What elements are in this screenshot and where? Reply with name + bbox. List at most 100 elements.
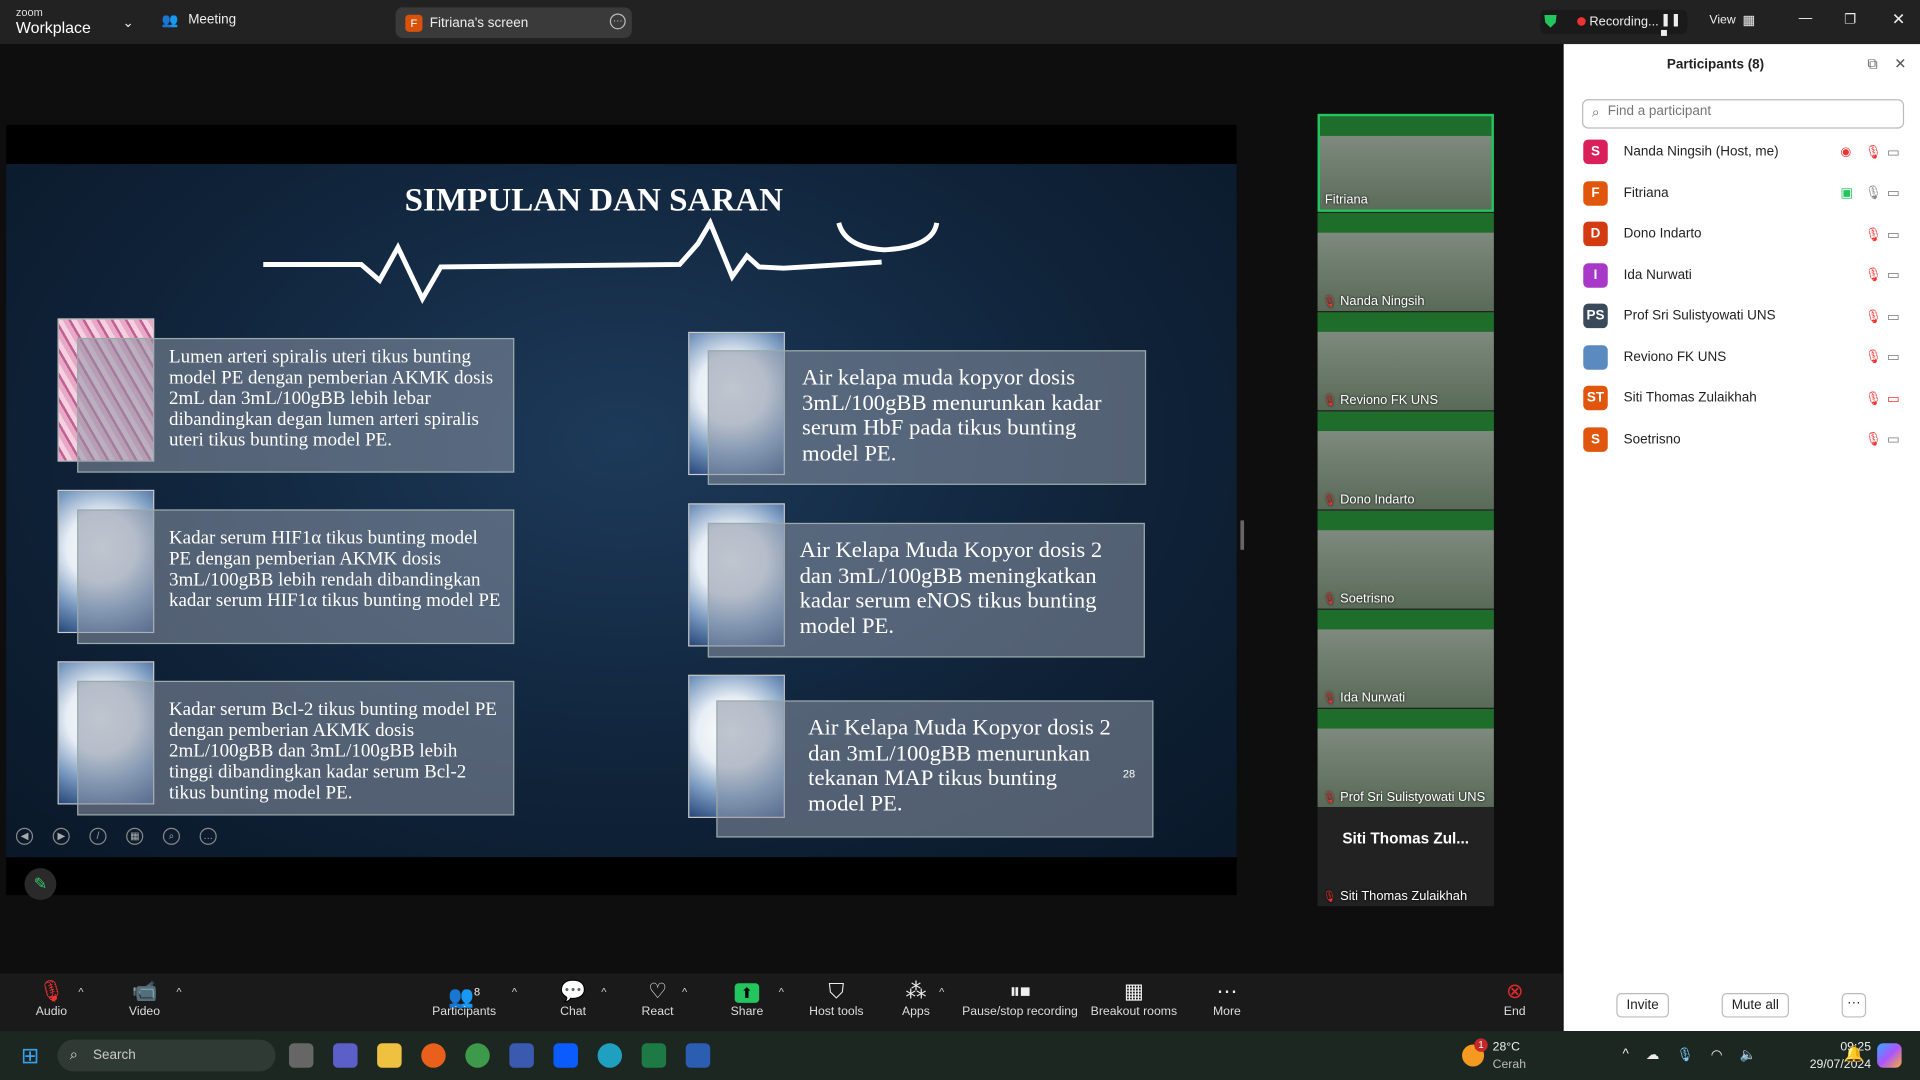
video-tile[interactable]: 🎙 Dono Indarto bbox=[1317, 411, 1494, 510]
share-button[interactable]: ⬆ Share bbox=[722, 973, 771, 1031]
participant-row[interactable]: D Dono Indarto 🎙 ▭ bbox=[1583, 216, 1911, 253]
video-icon[interactable]: ▭ bbox=[1887, 226, 1900, 242]
video-off-icon[interactable]: ▭ bbox=[1887, 390, 1900, 406]
mic-icon[interactable]: 🎙 bbox=[1677, 1047, 1694, 1063]
task-view-icon[interactable] bbox=[288, 1043, 314, 1068]
chat-button[interactable]: 💬 Chat bbox=[549, 973, 598, 1031]
end-button[interactable]: ⊗ End bbox=[1490, 973, 1539, 1031]
react-button[interactable]: ♡ React bbox=[633, 973, 682, 1031]
minimize-icon[interactable]: — bbox=[1799, 11, 1812, 26]
pause-recording-button[interactable]: ⏸⏹ Pause/stop recording bbox=[960, 973, 1080, 1031]
participant-row[interactable]: I Ida Nurwati 🎙 ▭ bbox=[1583, 257, 1911, 294]
weather-desc: Cerah bbox=[1492, 1057, 1527, 1072]
video-tile[interactable]: 🎙 Nanda Ningsih bbox=[1317, 213, 1494, 312]
more-icon[interactable]: … bbox=[199, 827, 217, 845]
video-icon[interactable]: ▭ bbox=[1887, 267, 1900, 283]
notification-bell-icon[interactable]: 🔔 bbox=[1844, 1044, 1864, 1064]
more-label: More bbox=[1212, 1005, 1241, 1019]
more-button[interactable]: ⋯ More bbox=[1202, 973, 1251, 1031]
zoom-icon[interactable] bbox=[553, 1043, 578, 1068]
mute-all-button[interactable]: Mute all bbox=[1721, 993, 1789, 1018]
participant-search[interactable]: ⌕ bbox=[1582, 99, 1905, 129]
next-icon[interactable]: ▶ bbox=[52, 827, 70, 845]
video-icon[interactable]: ▭ bbox=[1887, 144, 1900, 160]
mic-muted-icon[interactable]: 🎙 bbox=[1865, 390, 1882, 406]
meeting-button[interactable]: 👥 Meeting bbox=[162, 12, 237, 28]
taskbar-search[interactable]: ⌕ Search bbox=[57, 1039, 276, 1072]
recording-status[interactable]: ⛊ Recording... ❚❚ ■ bbox=[1540, 9, 1688, 40]
word-icon[interactable] bbox=[685, 1043, 711, 1068]
breakout-rooms-button[interactable]: ▦ Breakout rooms bbox=[1090, 973, 1178, 1031]
participant-row[interactable]: S Nanda Ningsih (Host, me) ◉ 🎙 ▭ bbox=[1583, 133, 1911, 170]
grid-icon[interactable]: ▦ bbox=[126, 827, 144, 845]
popout-icon[interactable]: ⧉ bbox=[1867, 55, 1878, 73]
participant-row[interactable]: Reviono FK UNS 🎙 ▭ bbox=[1583, 339, 1911, 376]
copilot-icon[interactable] bbox=[1877, 1043, 1902, 1068]
audio-button[interactable]: 🎙 Audio bbox=[27, 973, 76, 1031]
close-icon[interactable]: ✕ bbox=[1892, 10, 1905, 30]
chevron-down-icon[interactable]: ⌄ bbox=[122, 15, 133, 31]
video-tile[interactable]: 🎙 Prof Sri Sulistyowati UNS bbox=[1317, 708, 1494, 807]
more-icon[interactable]: ··· bbox=[609, 13, 626, 30]
video-icon[interactable]: ▭ bbox=[1887, 308, 1900, 324]
mic-icon[interactable]: 🎙 bbox=[1865, 185, 1882, 201]
prev-icon[interactable]: ◀ bbox=[15, 827, 34, 845]
caret-up-icon[interactable]: ^ bbox=[939, 986, 944, 998]
caret-up-icon[interactable]: ^ bbox=[779, 986, 784, 998]
video-tile[interactable]: 🎙 Ida Nurwati bbox=[1317, 609, 1494, 708]
pen-icon[interactable]: / bbox=[89, 827, 107, 845]
mic-muted-icon: 🎙 bbox=[1322, 791, 1337, 804]
zoom-icon[interactable]: ⌕ bbox=[162, 827, 181, 845]
restore-icon[interactable]: ❐ bbox=[1844, 11, 1856, 27]
mic-muted-icon[interactable]: 🎙 bbox=[1865, 267, 1882, 283]
view-button[interactable]: View bbox=[1709, 13, 1735, 26]
mic-muted-icon[interactable]: 🎙 bbox=[1865, 144, 1882, 160]
caret-up-icon[interactable]: ^ bbox=[78, 986, 83, 998]
video-button[interactable]: 📹 Video bbox=[120, 973, 169, 1031]
annotate-pencil-icon[interactable]: ✎ bbox=[24, 868, 57, 901]
share-indicator[interactable]: F Fitriana's screen ··· bbox=[395, 7, 632, 38]
caret-up-icon[interactable]: ^ bbox=[682, 986, 687, 998]
host-tools-button[interactable]: ⛉ Host tools bbox=[803, 973, 869, 1031]
video-tile[interactable]: 🎙 Reviono FK UNS bbox=[1317, 312, 1494, 411]
chevron-up-icon[interactable]: ^ bbox=[1622, 1047, 1628, 1063]
mic-muted-icon[interactable]: 🎙 bbox=[1865, 431, 1882, 447]
cloud-icon[interactable]: ☁ bbox=[1646, 1047, 1659, 1063]
volume-icon[interactable]: 🔈 bbox=[1740, 1047, 1757, 1063]
participant-row[interactable]: ST Siti Thomas Zulaikhah 🎙 ▭ bbox=[1583, 380, 1911, 417]
windows-start-icon[interactable]: ⊞ bbox=[21, 1043, 39, 1069]
chrome-icon[interactable] bbox=[465, 1043, 490, 1068]
participant-row[interactable]: F Fitriana ▣ 🎙 ▭ bbox=[1583, 174, 1911, 211]
close-panel-icon[interactable]: ✕ bbox=[1894, 55, 1906, 72]
resize-handle[interactable] bbox=[1240, 520, 1245, 550]
caret-up-icon[interactable]: ^ bbox=[601, 986, 606, 998]
video-icon[interactable]: ▭ bbox=[1887, 431, 1900, 447]
search-input[interactable] bbox=[1607, 104, 1896, 119]
mic-muted-icon[interactable]: 🎙 bbox=[1865, 349, 1882, 365]
mic-muted-icon[interactable]: 🎙 bbox=[1865, 308, 1882, 324]
caret-up-icon[interactable]: ^ bbox=[176, 986, 181, 998]
edge-icon[interactable] bbox=[597, 1043, 623, 1068]
video-icon[interactable]: ▭ bbox=[1887, 185, 1900, 201]
caret-up-icon[interactable]: ^ bbox=[512, 986, 517, 998]
excel-icon[interactable] bbox=[641, 1043, 667, 1068]
firefox-icon[interactable] bbox=[421, 1043, 446, 1068]
video-icon[interactable]: ▭ bbox=[1887, 349, 1900, 365]
invite-button[interactable]: Invite bbox=[1616, 993, 1669, 1018]
more-options-button[interactable]: ··· bbox=[1841, 993, 1867, 1018]
video-tile[interactable]: Siti Thomas Zul... 🎙 Siti Thomas Zulaikha… bbox=[1317, 808, 1494, 907]
avatar bbox=[1583, 344, 1608, 370]
wifi-icon[interactable]: ◠ bbox=[1711, 1047, 1723, 1063]
file-explorer-icon[interactable] bbox=[377, 1043, 402, 1068]
app-icon[interactable] bbox=[509, 1043, 534, 1068]
avatar: S bbox=[1583, 426, 1608, 452]
video-tile[interactable]: Fitriana bbox=[1317, 113, 1494, 212]
mic-muted-icon[interactable]: 🎙 bbox=[1865, 226, 1882, 242]
teams-icon[interactable] bbox=[333, 1043, 358, 1068]
apps-button[interactable]: ⁂ Apps bbox=[891, 973, 940, 1031]
pause-stop-icon[interactable]: ❚❚ ■ bbox=[1660, 13, 1687, 40]
participant-row[interactable]: PS Prof Sri Sulistyowati UNS 🎙 ▭ bbox=[1583, 298, 1911, 335]
video-tile[interactable]: 🎙 Soetrisno bbox=[1317, 510, 1494, 609]
participant-row[interactable]: S Soetrisno 🎙 ▭ bbox=[1583, 421, 1911, 458]
participants-button[interactable]: 👥8 Participants bbox=[429, 973, 500, 1031]
